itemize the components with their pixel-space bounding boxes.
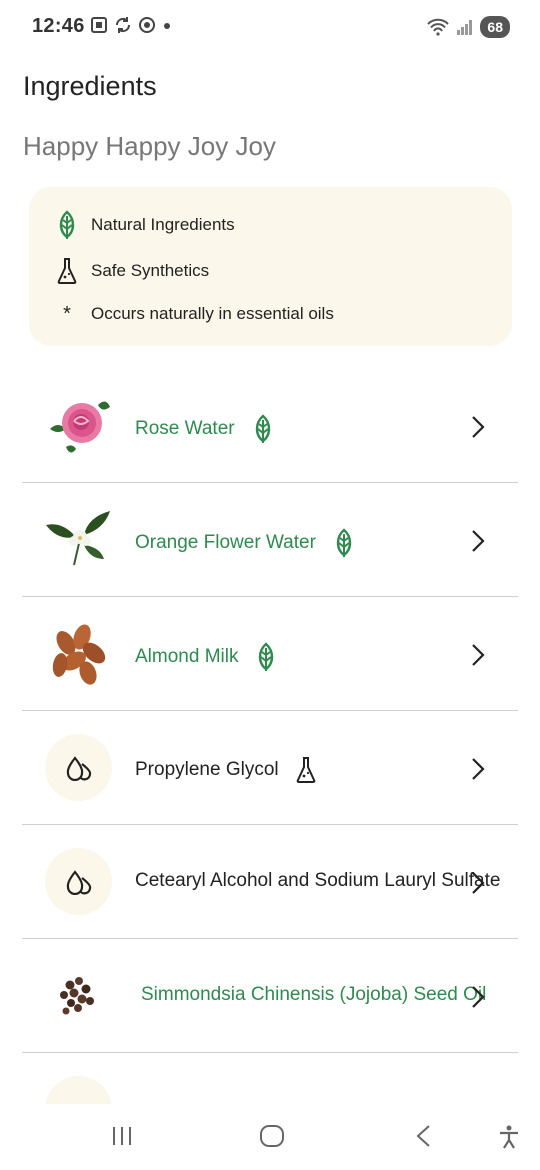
ingredient-name: Simmondsia Chinensis (Jojoba) Seed Oil (141, 984, 487, 1005)
chevron-right-icon[interactable] (468, 528, 488, 554)
flask-icon (55, 257, 79, 285)
ingredient-name: Cetearyl Alcohol and Sodium Lauryl Sulfa… (135, 870, 501, 891)
chrome-icon (139, 17, 155, 33)
ingredient-row-rose-water[interactable]: Rose Water (22, 369, 518, 483)
flask-icon (296, 757, 315, 783)
chevron-right-icon[interactable] (468, 870, 488, 896)
ingredient-name: Orange Flower Water (135, 528, 356, 558)
leaf-icon (336, 528, 352, 557)
chevron-right-icon[interactable] (468, 984, 488, 1010)
rose-image (44, 391, 112, 459)
drops-icon (45, 734, 112, 801)
product-name: Happy Happy Joy Joy (23, 131, 276, 161)
system-nav-bar (0, 1104, 540, 1170)
battery-indicator: 68 (480, 16, 510, 38)
ingredient-legend: Natural Ingredients Safe Synthetics * Oc… (29, 187, 512, 346)
asterisk-symbol: * (63, 302, 71, 325)
chevron-right-icon[interactable] (468, 756, 488, 782)
ingredient-row-propylene-glycol[interactable]: Propylene Glycol (22, 711, 518, 825)
status-notification-icons (90, 16, 172, 34)
status-bar: 12:46 68 (0, 0, 540, 56)
ingredient-name: Rose Water (135, 414, 275, 444)
chevron-right-icon[interactable] (468, 642, 488, 668)
ingredient-list: Rose Water Orange Flower Water Almond Mi… (22, 369, 518, 1113)
legend-essential-oil: * Occurs naturally in essential oils (55, 300, 334, 328)
legend-synthetic-label: Safe Synthetics (91, 261, 210, 280)
ingredient-row-jojoba-seed-oil[interactable]: Simmondsia Chinensis (Jojoba) Seed Oil (22, 939, 518, 1053)
chevron-right-icon[interactable] (468, 414, 488, 440)
row-clip: Cetearyl Alcohol and Sodium Lauryl Sulfa… (22, 825, 518, 938)
jojoba-image (44, 961, 112, 1029)
row-clip: Simmondsia Chinensis (Jojoba) Seed Oil (22, 939, 518, 1052)
wifi-icon (427, 18, 450, 36)
ingredient-row-orange-flower-water[interactable]: Orange Flower Water (22, 483, 518, 597)
accessibility-icon[interactable] (497, 1124, 521, 1150)
status-time: 12:46 (32, 15, 85, 37)
home-button[interactable] (259, 1124, 285, 1148)
signal-icon (457, 20, 473, 35)
legend-natural-label: Natural Ingredients (91, 215, 235, 234)
status-system-icons: 68 (426, 16, 510, 38)
recent-apps-button[interactable] (110, 1124, 134, 1148)
page-title: Ingredients (23, 71, 157, 101)
screenshot-icon (91, 17, 107, 33)
orange-flower-image (44, 505, 112, 573)
drops-icon (45, 848, 112, 915)
leaf-icon (55, 210, 79, 239)
ingredient-row-cetearyl-alcohol[interactable]: Cetearyl Alcohol and Sodium Lauryl Sulfa… (22, 825, 518, 939)
legend-natural: Natural Ingredients (55, 210, 235, 239)
legend-synthetic: Safe Synthetics (55, 257, 209, 285)
leaf-icon (259, 642, 274, 671)
almond-image (44, 619, 112, 687)
sync-icon (115, 17, 131, 33)
ingredient-name: Almond Milk (135, 642, 278, 672)
ingredient-row-almond-milk[interactable]: Almond Milk (22, 597, 518, 711)
back-button[interactable] (414, 1124, 434, 1148)
leaf-icon (255, 414, 270, 443)
dot-icon (164, 23, 170, 29)
ingredient-name: Propylene Glycol (135, 756, 317, 784)
legend-essential-oil-label: Occurs naturally in essential oils (91, 304, 334, 323)
